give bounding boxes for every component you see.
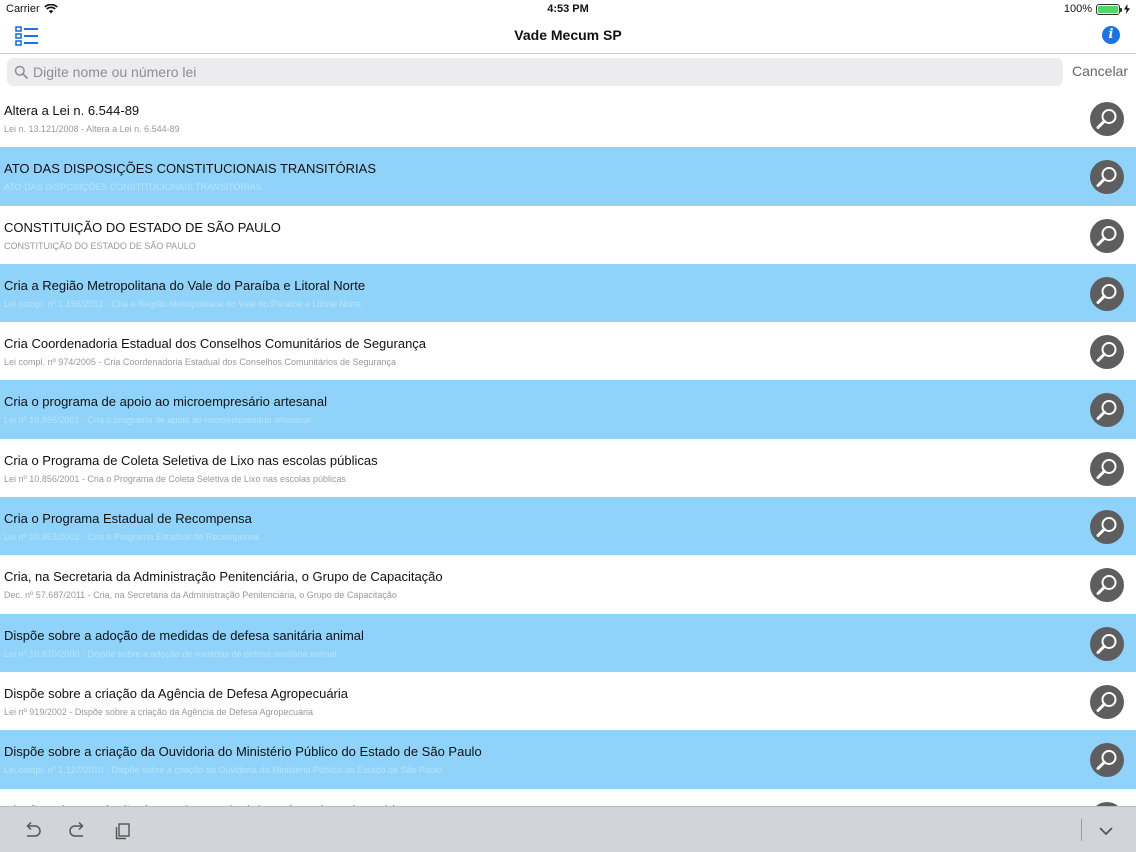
item-title: Dispõe sobre a adoção de medidas de defe… xyxy=(4,627,364,643)
item-subtitle: CONSTITUIÇÃO DO ESTADO DE SÃO PAULO xyxy=(4,240,196,251)
list-item[interactable]: Dispõe sobre a adoção de medidas de defe… xyxy=(0,613,1136,672)
magnifier-icon xyxy=(1096,109,1117,129)
list-item[interactable]: CONSTITUIÇÃO DO ESTADO DE SÃO PAULO CONS… xyxy=(0,205,1136,264)
status-bar: Carrier 4:53 PM 100% xyxy=(0,0,1136,18)
magnifier-button[interactable] xyxy=(1090,393,1124,428)
item-title: Altera a Lei n. 6.544-89 xyxy=(4,103,140,118)
battery-percent: 100% xyxy=(1063,3,1092,15)
item-subtitle: Lei nº 10.866/2001 - Cria o programa de … xyxy=(4,415,311,426)
magnifier-icon xyxy=(1096,750,1117,771)
magnifier-icon xyxy=(1096,283,1117,304)
magnifier-icon xyxy=(1096,342,1117,363)
item-title: Cria o Programa de Coleta Seletiva de Li… xyxy=(4,452,378,468)
battery-icon xyxy=(1096,3,1122,15)
law-list: Altera a Lei n. 6.544-89 Lei n. 13.121/2… xyxy=(0,89,1136,806)
chevron-down-icon[interactable] xyxy=(1095,820,1117,842)
wifi-icon xyxy=(43,4,58,14)
list-item[interactable]: Dispõe sobre a criação do Fundo Estadual… xyxy=(0,788,1136,806)
cancel-button[interactable]: Cancelar xyxy=(1072,63,1128,79)
magnifier-button[interactable] xyxy=(1090,510,1124,545)
item-title: Cria a Região Metropolitana do Vale do P… xyxy=(4,277,366,293)
item-title: Cria Coordenadoria Estadual dos Conselho… xyxy=(4,336,427,352)
status-battery: 100% xyxy=(1064,3,1130,15)
keyboard-toolbar xyxy=(0,806,1136,852)
magnifier-button[interactable] xyxy=(1090,335,1124,370)
list-item[interactable]: Altera a Lei n. 6.544-89 Lei n. 13.121/2… xyxy=(0,89,1136,148)
item-title: Cria, na Secretaria da Administração Pen… xyxy=(4,569,443,585)
item-title: Cria o programa de apoio ao microempresá… xyxy=(4,394,327,410)
item-subtitle: Lei nº 10.670/2000 - Dispõe sobre a adoç… xyxy=(4,648,337,659)
magnifier-icon xyxy=(1096,225,1117,246)
magnifier-icon xyxy=(1096,633,1117,654)
item-title: ATO DAS DISPOSIÇÕES CONSTITUCIONAIS TRAN… xyxy=(4,161,377,177)
status-carrier: Carrier xyxy=(6,3,58,15)
carrier-label: Carrier xyxy=(6,3,40,15)
item-subtitle: Lei n. 13.121/2008 - Altera a Lei n. 6.5… xyxy=(4,124,180,134)
magnifier-icon xyxy=(1096,575,1117,596)
list-item[interactable]: Cria, na Secretaria da Administração Pen… xyxy=(0,555,1136,614)
list-item[interactable]: ATO DAS DISPOSIÇÕES CONSTITUCIONAIS TRAN… xyxy=(0,147,1136,206)
search-bar: Cancelar xyxy=(0,54,1136,89)
charging-icon xyxy=(1124,4,1130,14)
list-item[interactable]: Cria o Programa de Coleta Seletiva de Li… xyxy=(0,438,1136,498)
item-title: Cria o Programa Estadual de Recompensa xyxy=(4,511,252,527)
magnifier-icon xyxy=(1096,167,1117,188)
magnifier-button[interactable] xyxy=(1090,684,1124,719)
magnifier-icon xyxy=(1096,458,1117,479)
list-icon[interactable] xyxy=(14,24,40,48)
item-subtitle: ATO DAS DISPOSIÇÕES CONSTITUCIONAIS TRAN… xyxy=(4,182,262,193)
search-input[interactable] xyxy=(33,64,1033,80)
list-item[interactable]: Cria o programa de apoio ao microempresá… xyxy=(0,380,1136,439)
magnifier-icon xyxy=(1096,400,1117,421)
magnifier-icon xyxy=(1096,517,1117,538)
search-icon xyxy=(14,65,28,79)
item-title: Dispõe sobre a criação da Ouvidoria do M… xyxy=(4,744,482,760)
magnifier-button[interactable] xyxy=(1090,568,1124,603)
item-title: Dispõe sobre a criação da Agência de Def… xyxy=(4,685,348,701)
magnifier-button[interactable] xyxy=(1090,743,1124,778)
item-title: CONSTITUIÇÃO DO ESTADO DE SÃO PAULO xyxy=(4,219,281,235)
item-subtitle: Lei nº 10.856/2001 - Cria o Programa de … xyxy=(4,473,346,484)
page-title: Vade Mecum SP xyxy=(514,27,622,43)
magnifier-button[interactable] xyxy=(1090,102,1124,136)
toolbar-divider xyxy=(1081,819,1082,841)
clipboard-icon[interactable] xyxy=(112,820,134,842)
navigation-bar: Vade Mecum SP i xyxy=(0,18,1136,54)
magnifier-button[interactable] xyxy=(1090,626,1124,661)
item-subtitle: Lei nº 919/2002 - Dispõe sobre a criação… xyxy=(4,706,313,717)
item-subtitle: Lei nº 10.953/2001 - Cria o Programa Est… xyxy=(4,532,259,543)
magnifier-button[interactable] xyxy=(1090,160,1124,195)
status-time: 4:53 PM xyxy=(547,3,589,15)
list-item[interactable]: Cria Coordenadoria Estadual dos Conselho… xyxy=(0,322,1136,381)
search-field[interactable] xyxy=(7,58,1063,86)
item-subtitle: Dec. nº 57.687/2011 - Cria, na Secretari… xyxy=(4,590,397,601)
item-subtitle: Lei compl. nº 974/2005 - Cria Coordenado… xyxy=(4,357,397,368)
item-subtitle: Lei compl. nº 1.166/2012 - Cria a Região… xyxy=(4,298,362,309)
redo-icon[interactable] xyxy=(66,820,88,842)
undo-icon[interactable] xyxy=(22,820,44,842)
list-item[interactable]: Cria a Região Metropolitana do Vale do P… xyxy=(0,263,1136,323)
magnifier-icon xyxy=(1096,691,1117,712)
list-item[interactable]: Dispõe sobre a criação da Agência de Def… xyxy=(0,671,1136,731)
list-item[interactable]: Dispõe sobre a criação da Ouvidoria do M… xyxy=(0,730,1136,789)
magnifier-button[interactable] xyxy=(1090,451,1124,486)
info-icon[interactable]: i xyxy=(1102,26,1120,44)
list-item[interactable]: Cria o Programa Estadual de Recompensa L… xyxy=(0,497,1136,556)
item-subtitle: Lei compl. nº 1.127/2010 - Dispõe sobre … xyxy=(4,765,443,776)
magnifier-button[interactable] xyxy=(1090,276,1124,311)
magnifier-button[interactable] xyxy=(1090,218,1124,253)
battery-fill xyxy=(1098,5,1118,13)
